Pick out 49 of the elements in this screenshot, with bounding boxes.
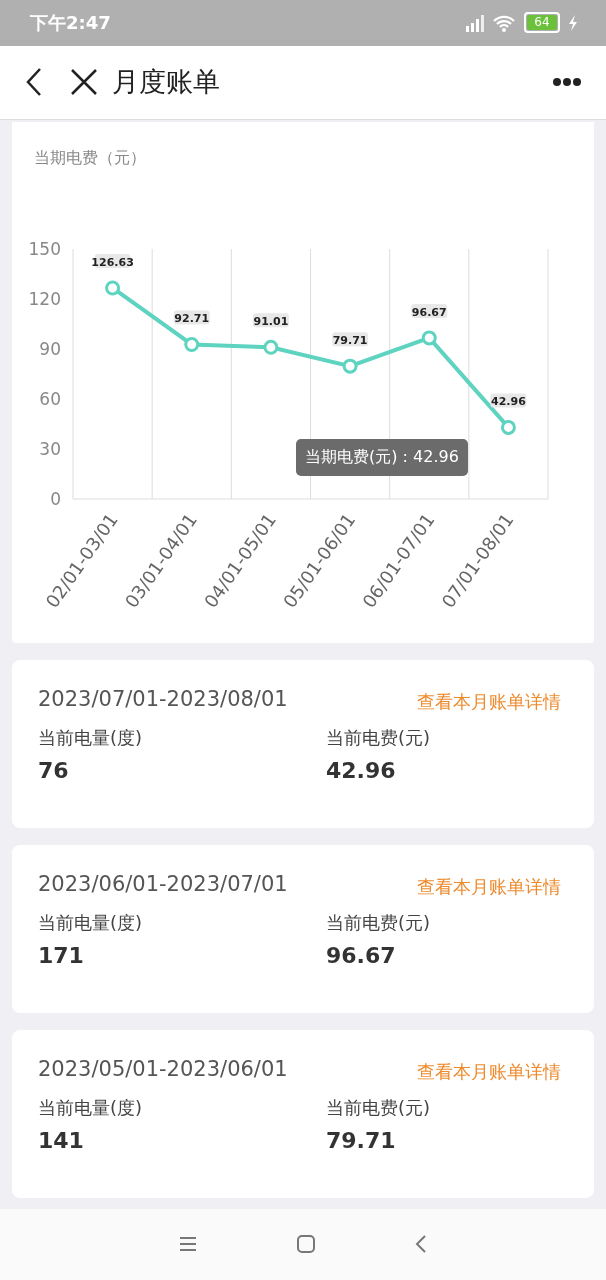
- y-axis-label: 120: [28, 288, 61, 309]
- status-time: 下午2:47: [30, 10, 111, 35]
- close-icon[interactable]: [70, 68, 98, 97]
- bill-period: 2023/06/01-2023/07/01: [38, 871, 288, 896]
- fee-label: 当前电费(元): [326, 725, 432, 750]
- data-point: [184, 336, 200, 352]
- data-point: [105, 280, 121, 296]
- usage-label: 当前电量(度): [38, 910, 144, 935]
- bill-period: 2023/05/01-2023/06/01: [38, 1056, 288, 1081]
- usage-value: 141: [38, 1127, 85, 1153]
- data-point: [500, 419, 516, 435]
- fee-value: 96.67: [326, 942, 397, 968]
- y-axis-label: 30: [39, 438, 61, 459]
- y-axis-label: 0: [50, 488, 61, 509]
- fee-label: 当前电费(元): [326, 910, 432, 935]
- data-point: [421, 330, 437, 346]
- usage-label: 当前电量(度): [38, 725, 144, 750]
- usage-value: 171: [38, 942, 85, 968]
- page-title: 月度账单: [112, 65, 221, 100]
- menu-icon[interactable]: [179, 1236, 197, 1253]
- more-icon[interactable]: [552, 77, 582, 88]
- signal-icon: [464, 13, 484, 32]
- usage-value: 76: [38, 757, 70, 783]
- bill-detail-link[interactable]: 查看本月账单详情: [417, 1059, 561, 1084]
- y-axis-label: 90: [39, 338, 61, 359]
- battery-icon: 64: [524, 12, 560, 34]
- data-label: 96.67: [411, 303, 448, 319]
- y-axis-label: 60: [39, 388, 61, 409]
- bill-period: 2023/07/01-2023/08/01: [38, 686, 288, 711]
- chart-tooltip: 当期电费(元) : 42.96: [296, 438, 468, 476]
- data-point: [263, 339, 279, 355]
- data-label: 79.71: [332, 331, 369, 347]
- data-label: 92.71: [173, 310, 210, 326]
- wifi-icon: [492, 13, 516, 32]
- back-icon[interactable]: [24, 67, 44, 98]
- home-icon[interactable]: [297, 1235, 315, 1254]
- y-axis-label: 150: [28, 238, 61, 259]
- chart-title: 当期电费（元）: [34, 147, 146, 169]
- data-label: 42.96: [490, 393, 527, 409]
- fee-value: 79.71: [326, 1127, 397, 1153]
- usage-label: 当前电量(度): [38, 1095, 144, 1120]
- data-label: 126.63: [91, 253, 134, 269]
- charging-icon: [568, 13, 578, 32]
- data-point: [342, 358, 358, 374]
- bill-detail-link[interactable]: 查看本月账单详情: [417, 874, 561, 899]
- bill-detail-link[interactable]: 查看本月账单详情: [417, 689, 561, 714]
- data-label: 91.01: [252, 313, 289, 329]
- fee-value: 42.96: [326, 757, 397, 783]
- fee-label: 当前电费(元): [326, 1095, 432, 1120]
